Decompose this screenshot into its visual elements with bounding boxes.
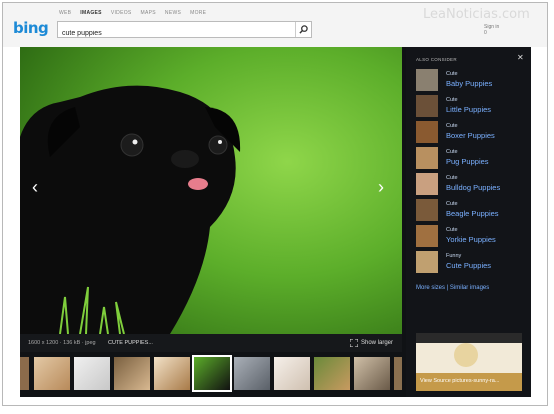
suggestion-item[interactable]: Funny Cute Puppies: [416, 251, 526, 273]
pug-photo: [20, 47, 402, 334]
main-image[interactable]: ‹ ›: [20, 47, 402, 334]
nav-images[interactable]: IMAGES: [80, 10, 102, 16]
thumbnail[interactable]: [20, 357, 29, 390]
thumbnail[interactable]: [34, 357, 70, 390]
suggestion-thumbnail: [416, 173, 438, 195]
nav-more[interactable]: MORE: [190, 10, 206, 16]
search-box: [57, 21, 312, 41]
suggestion-prefix: Cute: [446, 71, 458, 77]
thumbnail[interactable]: [74, 357, 110, 390]
suggestion-prefix: Funny: [446, 253, 462, 259]
thumbnail-selected[interactable]: [192, 355, 232, 392]
nav-web[interactable]: WEB: [59, 10, 71, 16]
thumbnail[interactable]: [234, 357, 270, 390]
suggestion-item[interactable]: Cute Baby Puppies: [416, 69, 526, 91]
search-button[interactable]: [295, 22, 311, 37]
suggestion-thumbnail: [416, 147, 438, 169]
suggestion-label: Cute Puppies: [446, 261, 492, 270]
suggestion-label: Baby Puppies: [446, 79, 493, 88]
thumbnail[interactable]: [274, 357, 310, 390]
also-consider-panel: ALSO CONSIDER ✕ Cute Baby Puppies Cute L…: [406, 47, 531, 397]
image-title[interactable]: CUTE PUPPIES...: [108, 340, 153, 346]
image-viewer: ‹ › 1600 x 1200 · 136 kB · jpeg CUTE PUP…: [20, 47, 531, 397]
suggestion-prefix: Cute: [446, 175, 458, 181]
nav-news[interactable]: NEWS: [165, 10, 181, 16]
suggestion-label: Beagle Puppies: [446, 209, 499, 218]
suggestion-item[interactable]: Cute Yorkie Puppies: [416, 225, 526, 247]
suggestion-thumbnail: [416, 199, 438, 221]
nav-videos[interactable]: VIDEOS: [111, 10, 132, 16]
image-info-bar: 1600 x 1200 · 136 kB · jpeg CUTE PUPPIES…: [20, 334, 402, 352]
more-sizes-links[interactable]: More sizes | Similar images: [416, 285, 489, 291]
expand-icon: [350, 339, 358, 347]
suggestion-item[interactable]: Cute Little Puppies: [416, 95, 526, 117]
suggestion-thumbnail: [416, 251, 438, 273]
thumbnail-filmstrip: [20, 354, 402, 392]
suggestion-label: Yorkie Puppies: [446, 235, 496, 244]
suggestion-label: Pug Puppies: [446, 157, 489, 166]
prev-image-button[interactable]: ‹: [32, 177, 38, 198]
suggestion-prefix: Cute: [446, 149, 458, 155]
image-meta: 1600 x 1200 · 136 kB · jpeg: [28, 340, 96, 346]
thumbnail[interactable]: [354, 357, 390, 390]
suggestion-item[interactable]: Cute Boxer Puppies: [416, 121, 526, 143]
suggestion-prefix: Cute: [446, 201, 458, 207]
search-input[interactable]: [58, 26, 288, 41]
suggestion-label: Boxer Puppies: [446, 131, 495, 140]
rewards-count: 0: [484, 30, 487, 36]
suggestion-thumbnail: [416, 225, 438, 247]
thumbnail[interactable]: [314, 357, 350, 390]
next-image-button[interactable]: ›: [378, 177, 384, 198]
thumbnail[interactable]: [394, 357, 402, 390]
suggestion-label: Bulldog Puppies: [446, 183, 501, 192]
thumbnail[interactable]: [114, 357, 150, 390]
thumbnail[interactable]: [154, 357, 190, 390]
suggestion-item[interactable]: Cute Beagle Puppies: [416, 199, 526, 221]
site-watermark: LeaNoticias.com: [423, 7, 530, 22]
nav-maps[interactable]: MAPS: [141, 10, 156, 16]
suggestion-prefix: Cute: [446, 97, 458, 103]
show-larger-button[interactable]: Show larger: [350, 339, 393, 347]
screenshot-frame: bing WEB IMAGES VIDEOS MAPS NEWS MORE Si…: [2, 2, 548, 406]
panel-heading: ALSO CONSIDER: [416, 57, 457, 62]
vertical-nav: WEB IMAGES VIDEOS MAPS NEWS MORE: [59, 10, 206, 16]
signin-area[interactable]: Sign in 0: [484, 24, 499, 36]
suggestion-item[interactable]: Cute Bulldog Puppies: [416, 173, 526, 195]
suggestion-thumbnail: [416, 95, 438, 117]
show-larger-label: Show larger: [361, 340, 394, 346]
suggestion-prefix: Cute: [446, 123, 458, 129]
suggestion-item[interactable]: Cute Pug Puppies: [416, 147, 526, 169]
view-source-link[interactable]: View Source pictures-sunny-ra...: [420, 378, 499, 384]
close-icon[interactable]: ✕: [517, 53, 524, 62]
search-icon: [299, 25, 308, 34]
bing-logo[interactable]: bing: [13, 19, 49, 37]
source-preview[interactable]: View Source pictures-sunny-ra...: [416, 333, 522, 391]
suggestion-thumbnail: [416, 69, 438, 91]
suggestion-thumbnail: [416, 121, 438, 143]
suggestion-prefix: Cute: [446, 227, 458, 233]
suggestion-label: Little Puppies: [446, 105, 492, 114]
